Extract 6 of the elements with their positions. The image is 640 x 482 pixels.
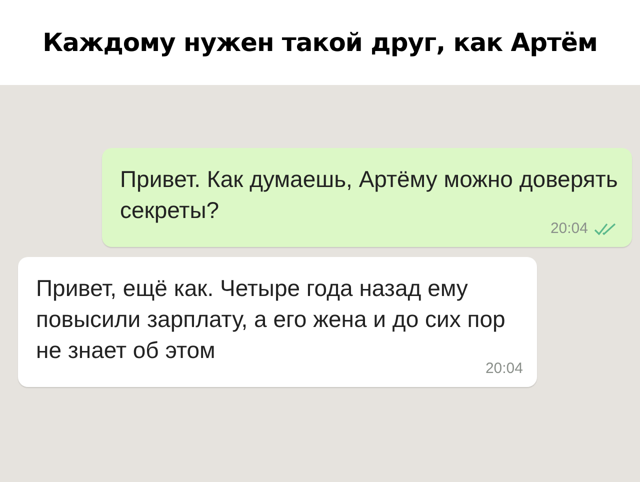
caption-title: Каждому нужен такой друг, как Артём (42, 28, 598, 57)
message-text: Привет, ещё как. Четыре года назад ему повысили зарплату, а его жена и до сих пор не знает об этом (36, 274, 506, 363)
double-check-icon (594, 222, 618, 236)
message-time: 20:04 (485, 360, 523, 377)
message-time: 20:04 (550, 220, 588, 237)
message-text: Привет. Как думаешь, Артёму можно доверять секреты? (120, 165, 618, 223)
